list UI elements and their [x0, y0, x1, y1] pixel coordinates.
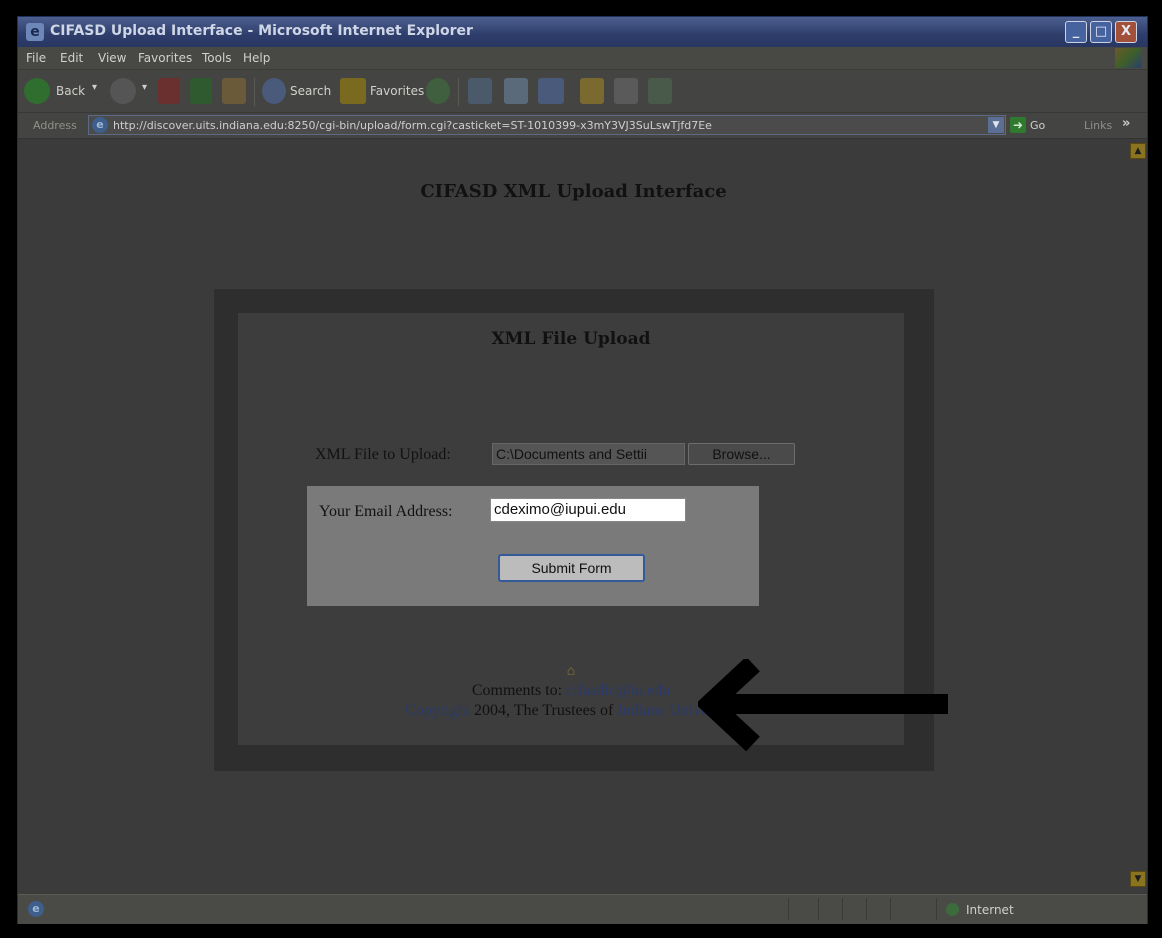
edit-icon[interactable]: [538, 78, 564, 104]
arrow-annotation-icon: [698, 659, 948, 752]
email-field[interactable]: cdeximo@iupui.edu: [490, 498, 686, 522]
research-icon[interactable]: [614, 78, 638, 104]
favorites-button-label[interactable]: Favorites: [370, 84, 424, 98]
chevron-right-icon[interactable]: »: [1122, 116, 1130, 131]
refresh-icon[interactable]: [190, 78, 212, 104]
email-label: Your Email Address:: [319, 503, 453, 520]
close-button[interactable]: X: [1115, 21, 1137, 43]
status-page-icon: e: [28, 901, 44, 917]
menu-favorites[interactable]: Favorites: [138, 51, 192, 65]
file-label: XML File to Upload:: [315, 446, 451, 463]
windows-logo-icon: [1115, 48, 1141, 68]
toolbar-separator: [458, 78, 459, 106]
status-divider: [842, 898, 843, 920]
discuss-icon[interactable]: [580, 78, 604, 104]
toolbar-separator: [254, 78, 255, 106]
home-icon[interactable]: [222, 78, 246, 104]
search-icon[interactable]: [262, 78, 286, 104]
page-content: CIFASD XML Upload Interface XML File Upl…: [18, 139, 1129, 894]
comments-email-link[interactable]: cifasdic@iu.edu: [566, 682, 670, 699]
window-title: CIFASD Upload Interface - Microsoft Inte…: [50, 23, 473, 39]
search-button-label[interactable]: Search: [290, 84, 331, 98]
back-button-label[interactable]: Back: [56, 84, 85, 98]
status-divider: [890, 898, 891, 920]
browse-button[interactable]: Browse...: [688, 443, 795, 465]
menu-bar: File Edit View Favorites Tools Help: [18, 47, 1147, 70]
toolbar: Back ▾ ▾ Search Favorites: [18, 70, 1147, 113]
status-bar: e Internet: [18, 894, 1147, 924]
menu-file[interactable]: File: [26, 51, 46, 65]
forward-arrow-icon[interactable]: [110, 78, 136, 104]
status-divider: [818, 898, 819, 920]
address-url[interactable]: http://discover.uits.indiana.edu:8250/cg…: [113, 119, 712, 132]
scroll-up-icon[interactable]: ▲: [1130, 143, 1146, 159]
stop-icon[interactable]: [158, 78, 180, 104]
back-arrow-icon[interactable]: [24, 78, 50, 104]
browser-window: e CIFASD Upload Interface - Microsoft In…: [17, 16, 1148, 924]
go-button[interactable]: Go: [1030, 119, 1045, 132]
go-arrow-icon[interactable]: ➜: [1010, 117, 1026, 133]
favorites-star-icon[interactable]: [340, 78, 366, 104]
copyright-link[interactable]: Copyright: [405, 702, 470, 719]
mail-icon[interactable]: [468, 78, 492, 104]
address-input[interactable]: e http://discover.uits.indiana.edu:8250/…: [88, 115, 1006, 135]
forward-dropdown-icon[interactable]: ▾: [142, 82, 147, 93]
page-icon: e: [92, 117, 108, 133]
zone-label: Internet: [966, 903, 1014, 917]
page-title: CIFASD XML Upload Interface: [420, 181, 727, 202]
address-bar: Address e http://discover.uits.indiana.e…: [18, 113, 1147, 139]
menu-edit[interactable]: Edit: [60, 51, 83, 65]
messenger-icon[interactable]: [648, 78, 672, 104]
maximize-button[interactable]: □: [1090, 21, 1112, 43]
vertical-scrollbar[interactable]: ▲ ▼: [1129, 139, 1147, 894]
email-section: Your Email Address: cdeximo@iupui.edu Su…: [307, 486, 759, 606]
globe-icon: [946, 903, 959, 916]
ie-app-icon: e: [26, 23, 44, 41]
home-link-icon[interactable]: ⌂: [563, 664, 579, 680]
comments-prefix: Comments to:: [471, 682, 563, 699]
address-dropdown-icon[interactable]: ▼: [988, 117, 1004, 133]
status-divider: [936, 898, 937, 920]
copyright-text: 2004, The Trustees of: [474, 702, 614, 719]
back-dropdown-icon[interactable]: ▾: [92, 82, 97, 93]
file-path-input[interactable]: C:\Documents and Settii: [492, 443, 685, 465]
menu-tools[interactable]: Tools: [202, 51, 232, 65]
menu-view[interactable]: View: [98, 51, 126, 65]
history-icon[interactable]: [426, 78, 450, 104]
scroll-down-icon[interactable]: ▼: [1130, 871, 1146, 887]
links-label[interactable]: Links: [1084, 119, 1112, 132]
minimize-button[interactable]: _: [1065, 21, 1087, 43]
menu-help[interactable]: Help: [243, 51, 270, 65]
section-title: XML File Upload: [491, 329, 651, 349]
status-divider: [788, 898, 789, 920]
print-icon[interactable]: [504, 78, 528, 104]
submit-button[interactable]: Submit Form: [498, 554, 645, 582]
title-bar: e CIFASD Upload Interface - Microsoft In…: [18, 17, 1147, 47]
address-label: Address: [33, 119, 77, 132]
status-divider: [866, 898, 867, 920]
